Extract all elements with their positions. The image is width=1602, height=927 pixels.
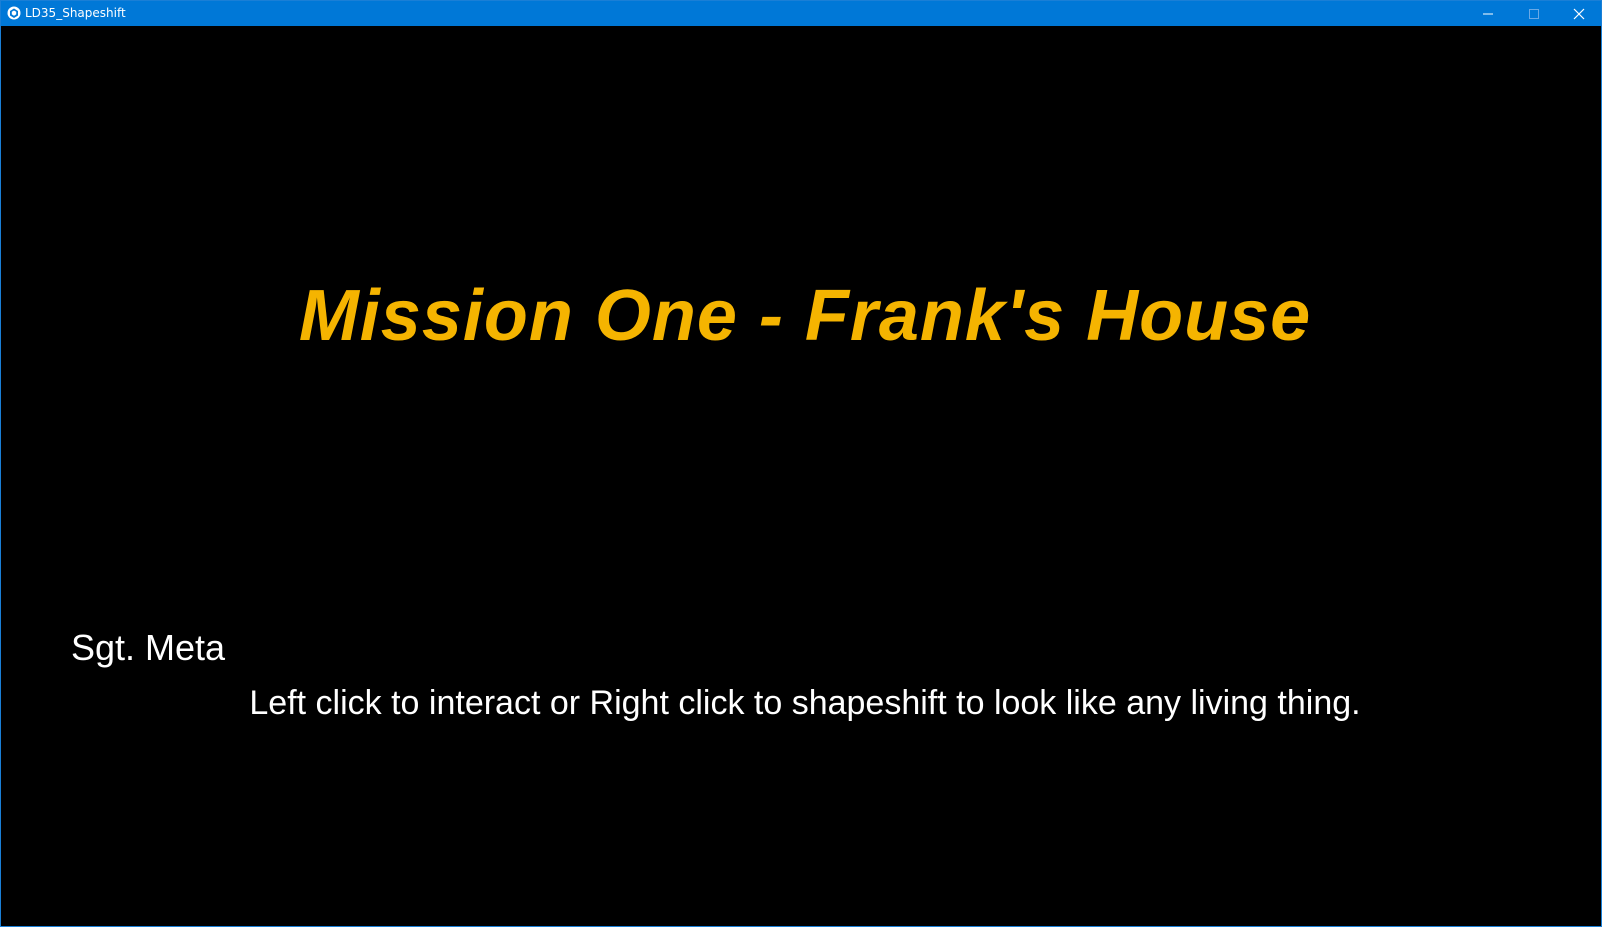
mission-title: Mission One - Frank's House	[298, 276, 1312, 356]
maximize-button[interactable]	[1511, 1, 1557, 26]
close-button[interactable]	[1556, 1, 1602, 26]
dialogue-text: Left click to interact or Right click to…	[249, 684, 1361, 722]
maximize-icon	[1529, 9, 1539, 19]
title-bar[interactable]: LD35_Shapeshift	[1, 1, 1601, 26]
minimize-icon	[1483, 13, 1493, 15]
minimize-button[interactable]	[1465, 1, 1511, 26]
window-title: LD35_Shapeshift	[25, 6, 126, 20]
speaker-name: Sgt. Meta	[71, 627, 226, 668]
close-icon	[1573, 8, 1585, 20]
game-viewport[interactable]: Mission One - Frank's House Sgt. Meta Le…	[1, 26, 1601, 926]
game-window: LD35_Shapeshift Mission One - Frank's Ho…	[0, 0, 1602, 927]
unity-logo-icon	[7, 6, 21, 20]
